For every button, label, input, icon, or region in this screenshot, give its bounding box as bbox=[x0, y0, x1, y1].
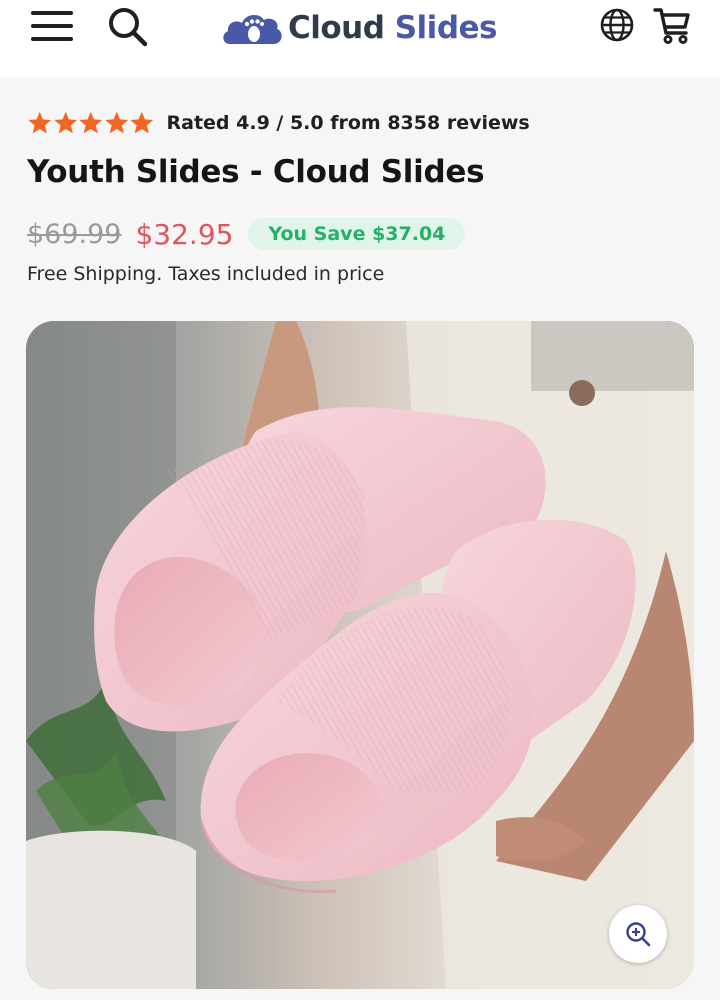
rating-text: Rated 4.9 / 5.0 from 8358 reviews bbox=[166, 112, 530, 134]
star-icon bbox=[104, 111, 128, 134]
pink-slides-image bbox=[26, 321, 694, 989]
zoom-in-button[interactable] bbox=[609, 905, 667, 963]
product-photo[interactable] bbox=[26, 321, 694, 989]
star-icon bbox=[130, 111, 154, 134]
cart-icon[interactable] bbox=[652, 6, 692, 46]
star-icon bbox=[28, 111, 52, 134]
product-title: Youth Slides - Cloud Slides bbox=[27, 154, 485, 190]
search-icon[interactable] bbox=[105, 4, 151, 50]
star-icon bbox=[79, 111, 103, 134]
product-rating[interactable]: Rated 4.9 / 5.0 from 8358 reviews bbox=[27, 110, 530, 136]
shipping-note: Free Shipping. Taxes included in price bbox=[27, 263, 385, 285]
logo-word-cloud: Cloud bbox=[288, 10, 385, 46]
zoom-in-icon bbox=[626, 922, 651, 947]
savings-badge: You Save $37.04 bbox=[248, 218, 466, 250]
site-logo[interactable]: Cloud Slides bbox=[220, 6, 497, 50]
site-header: Cloud Slides bbox=[0, 0, 720, 77]
original-price: $69.99 bbox=[27, 218, 122, 250]
price-row: $69.99 $32.95 You Save $37.04 bbox=[27, 214, 466, 254]
cloud-foot-logo-icon bbox=[223, 14, 282, 44]
rating-stars bbox=[27, 110, 155, 136]
logo-word-slides: Slides bbox=[394, 10, 498, 46]
menu-icon[interactable] bbox=[31, 9, 73, 43]
star-icon bbox=[53, 111, 77, 134]
globe-icon[interactable] bbox=[599, 7, 635, 43]
sale-price: $32.95 bbox=[135, 217, 234, 251]
